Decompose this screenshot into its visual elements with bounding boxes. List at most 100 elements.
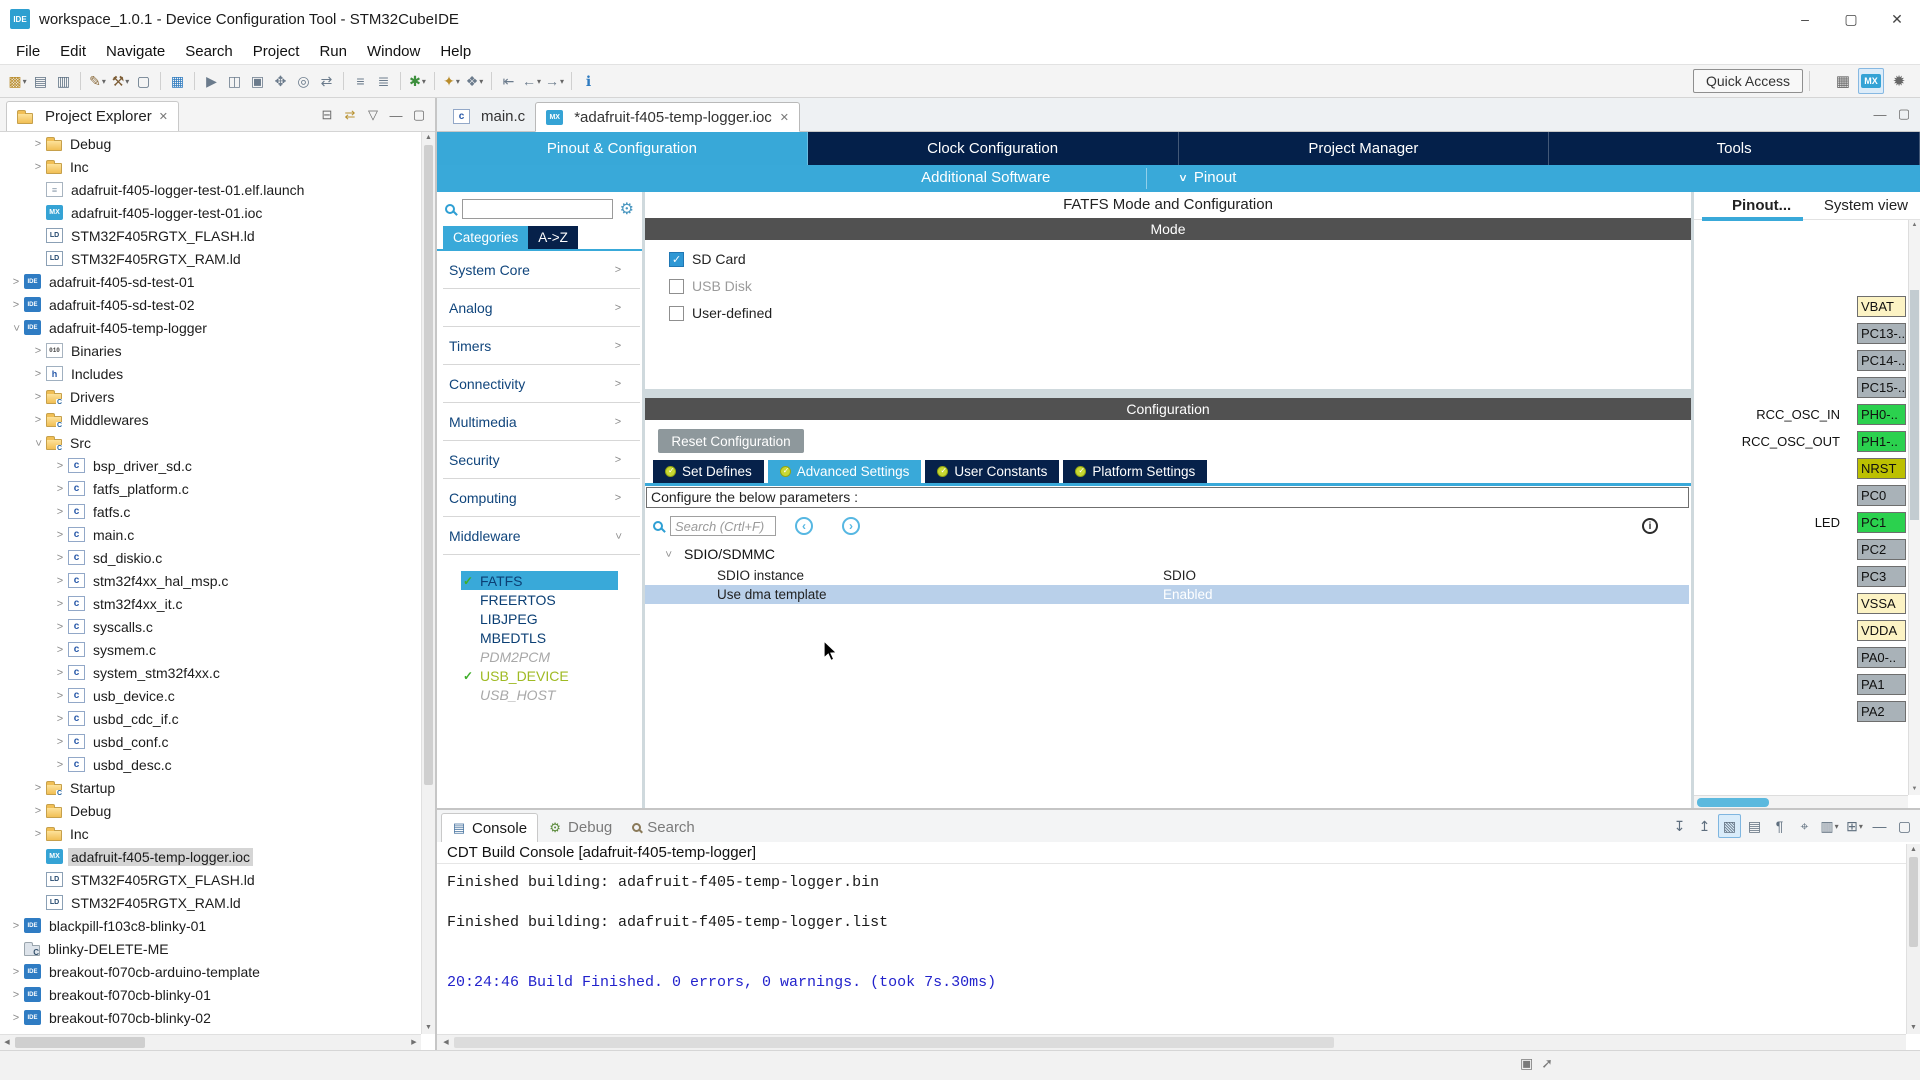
toolbar-icon[interactable] xyxy=(160,72,161,90)
explorer-action-icon[interactable]: ▽ xyxy=(363,106,383,124)
scrollbar-thumb[interactable] xyxy=(15,1037,145,1048)
perspective-button[interactable]: ✹ xyxy=(1886,68,1912,94)
expand-chevron-icon[interactable] xyxy=(30,161,46,173)
category-row[interactable]: Computing xyxy=(443,479,640,517)
tree-item[interactable]: syscalls.c xyxy=(0,615,421,638)
scroll-down-arrow[interactable]: ▼ xyxy=(1907,1022,1920,1034)
toolbar-icon[interactable] xyxy=(571,72,572,90)
expand-chevron-icon[interactable] xyxy=(52,667,68,679)
explorer-horizontal-scrollbar[interactable]: ◀ ▶ xyxy=(0,1034,421,1050)
toolbar-icon[interactable] xyxy=(343,72,344,90)
scrollbar-thumb[interactable] xyxy=(454,1037,1334,1048)
pinout-view-tab[interactable]: Pinout... xyxy=(1732,197,1791,214)
project-explorer-view-tab[interactable]: Project Explorer ✕ xyxy=(6,101,179,131)
pinout-horizontal-scrollbar[interactable] xyxy=(1694,795,1908,808)
collapse-all-button[interactable]: ‹ xyxy=(795,517,813,535)
expand-chevron-icon[interactable] xyxy=(52,529,68,541)
scroll-left-arrow[interactable]: ◀ xyxy=(0,1035,14,1050)
middleware-item[interactable]: ✓ MBEDTLS xyxy=(461,628,618,647)
expand-chevron-icon[interactable] xyxy=(8,299,24,311)
middleware-item[interactable]: ✓ USB_HOST xyxy=(461,685,618,704)
expand-chevron-icon[interactable] xyxy=(30,138,46,150)
console-toolbar-icon[interactable]: ▧ xyxy=(1718,814,1741,838)
editor-tab[interactable]: main.c ✕ xyxy=(443,101,535,131)
editor-view-button[interactable]: ▢ xyxy=(1894,105,1914,123)
pin[interactable]: PH0-.. xyxy=(1857,404,1906,425)
pin[interactable]: PA2 xyxy=(1857,701,1906,722)
toolbar-icon[interactable]: ✎ xyxy=(86,69,109,93)
middleware-item[interactable]: ✓ PDM2PCM xyxy=(461,647,618,666)
tree-item[interactable]: Inc xyxy=(0,822,421,845)
expand-chevron-icon[interactable] xyxy=(8,1012,24,1024)
tree-item[interactable]: usbd_cdc_if.c xyxy=(0,707,421,730)
tree-item[interactable]: STM32F405RGTX_RAM.ld xyxy=(0,247,421,270)
toolbar-icon[interactable]: ▥ xyxy=(52,69,75,93)
parameter-group-row[interactable]: SDIO/SDMMC xyxy=(660,546,775,562)
console-output[interactable]: Finished building: adafruit-f405-temp-lo… xyxy=(437,864,1920,1050)
parameter-search-input[interactable] xyxy=(670,516,776,536)
toolbar-icon[interactable]: ✱ xyxy=(406,69,429,93)
tree-item[interactable]: main.c xyxy=(0,523,421,546)
toolbar-icon[interactable] xyxy=(434,72,435,90)
console-horizontal-scrollbar[interactable]: ◀ xyxy=(437,1034,1906,1050)
toolbar-icon[interactable]: ✦ xyxy=(440,69,463,93)
tree-item[interactable]: adafruit-f405-sd-test-02 xyxy=(0,293,421,316)
category-row[interactable]: Middleware xyxy=(443,517,640,555)
expand-chevron-icon[interactable] xyxy=(30,874,46,886)
toolbar-icon[interactable]: ❖ xyxy=(463,69,486,93)
toolbar-icon[interactable] xyxy=(80,72,81,90)
pin[interactable]: VBAT xyxy=(1857,296,1906,317)
toolbar-icon[interactable]: ⚒ xyxy=(109,69,132,93)
parameter-row[interactable]: Use dma template Enabled xyxy=(645,585,1689,604)
console-view-tab[interactable]: Search ✕ xyxy=(622,813,705,842)
toolbar-icon[interactable]: → xyxy=(543,69,566,93)
pin[interactable]: VDDA xyxy=(1857,620,1906,641)
expand-chevron-icon[interactable] xyxy=(30,345,46,357)
expand-chevron-icon[interactable] xyxy=(30,253,46,265)
toolbar-icon[interactable]: ℹ xyxy=(577,69,600,93)
toolbar-icon[interactable] xyxy=(194,72,195,90)
expand-chevron-icon[interactable] xyxy=(52,644,68,656)
tree-item[interactable]: Debug xyxy=(0,799,421,822)
category-row[interactable]: System Core xyxy=(443,251,640,289)
tree-item[interactable]: Middlewares xyxy=(0,408,421,431)
scrollbar-thumb[interactable] xyxy=(424,145,433,785)
console-toolbar-icon[interactable]: ⌖ xyxy=(1793,814,1816,838)
middleware-item[interactable]: ✓ USB_DEVICE xyxy=(461,666,618,685)
tree-item[interactable]: Debug xyxy=(0,132,421,155)
pinout-canvas[interactable]: VBAT PC13-.. PC14-.. PC xyxy=(1694,220,1908,795)
tree-item[interactable]: system_stm32f4xx.c xyxy=(0,661,421,684)
expand-chevron-icon[interactable] xyxy=(8,989,24,1001)
explorer-action-icon[interactable]: ▢ xyxy=(409,106,429,124)
editor-tab[interactable]: *adafruit-f405-temp-logger.ioc ✕ xyxy=(535,102,800,132)
toolbar-icon[interactable]: ▣ xyxy=(246,69,269,93)
perspective-button[interactable]: MX xyxy=(1858,68,1884,94)
tree-item[interactable]: Drivers xyxy=(0,385,421,408)
mode-option[interactable]: USB Disk xyxy=(669,278,1691,294)
expand-chevron-icon[interactable] xyxy=(30,828,46,840)
reset-configuration-button[interactable]: Reset Configuration xyxy=(658,429,804,453)
component-search-input[interactable] xyxy=(462,199,613,219)
additional-software-button[interactable]: Additional Software xyxy=(921,169,1050,186)
mode-option[interactable]: User-defined xyxy=(669,305,1691,321)
tree-item[interactable]: bsp_driver_sd.c xyxy=(0,454,421,477)
expand-chevron-icon[interactable] xyxy=(8,276,24,288)
checkbox[interactable] xyxy=(669,252,684,267)
tree-item[interactable]: Binaries xyxy=(0,339,421,362)
console-toolbar-icon[interactable]: ¶ xyxy=(1768,814,1791,838)
pin[interactable]: PC2 xyxy=(1857,539,1906,560)
expand-chevron-icon[interactable] xyxy=(52,690,68,702)
status-icon[interactable]: ▣ xyxy=(1520,1055,1533,1072)
toolbar-icon[interactable] xyxy=(491,72,492,90)
tree-item[interactable]: usbd_conf.c xyxy=(0,730,421,753)
tree-item[interactable]: usbd_desc.c xyxy=(0,753,421,776)
expand-chevron-icon[interactable] xyxy=(8,943,24,955)
menu-item[interactable]: Search xyxy=(175,38,243,64)
tree-item[interactable]: STM32F405RGTX_FLASH.ld xyxy=(0,224,421,247)
toolbar-icon[interactable]: ⇄ xyxy=(315,69,338,93)
tree-item[interactable]: sd_diskio.c xyxy=(0,546,421,569)
scroll-right-arrow[interactable]: ▶ xyxy=(407,1035,421,1050)
config-main-tab[interactable]: Tools xyxy=(1549,132,1920,165)
explorer-action-icon[interactable]: ⇄ xyxy=(340,106,360,124)
expand-chevron-icon[interactable] xyxy=(52,598,68,610)
